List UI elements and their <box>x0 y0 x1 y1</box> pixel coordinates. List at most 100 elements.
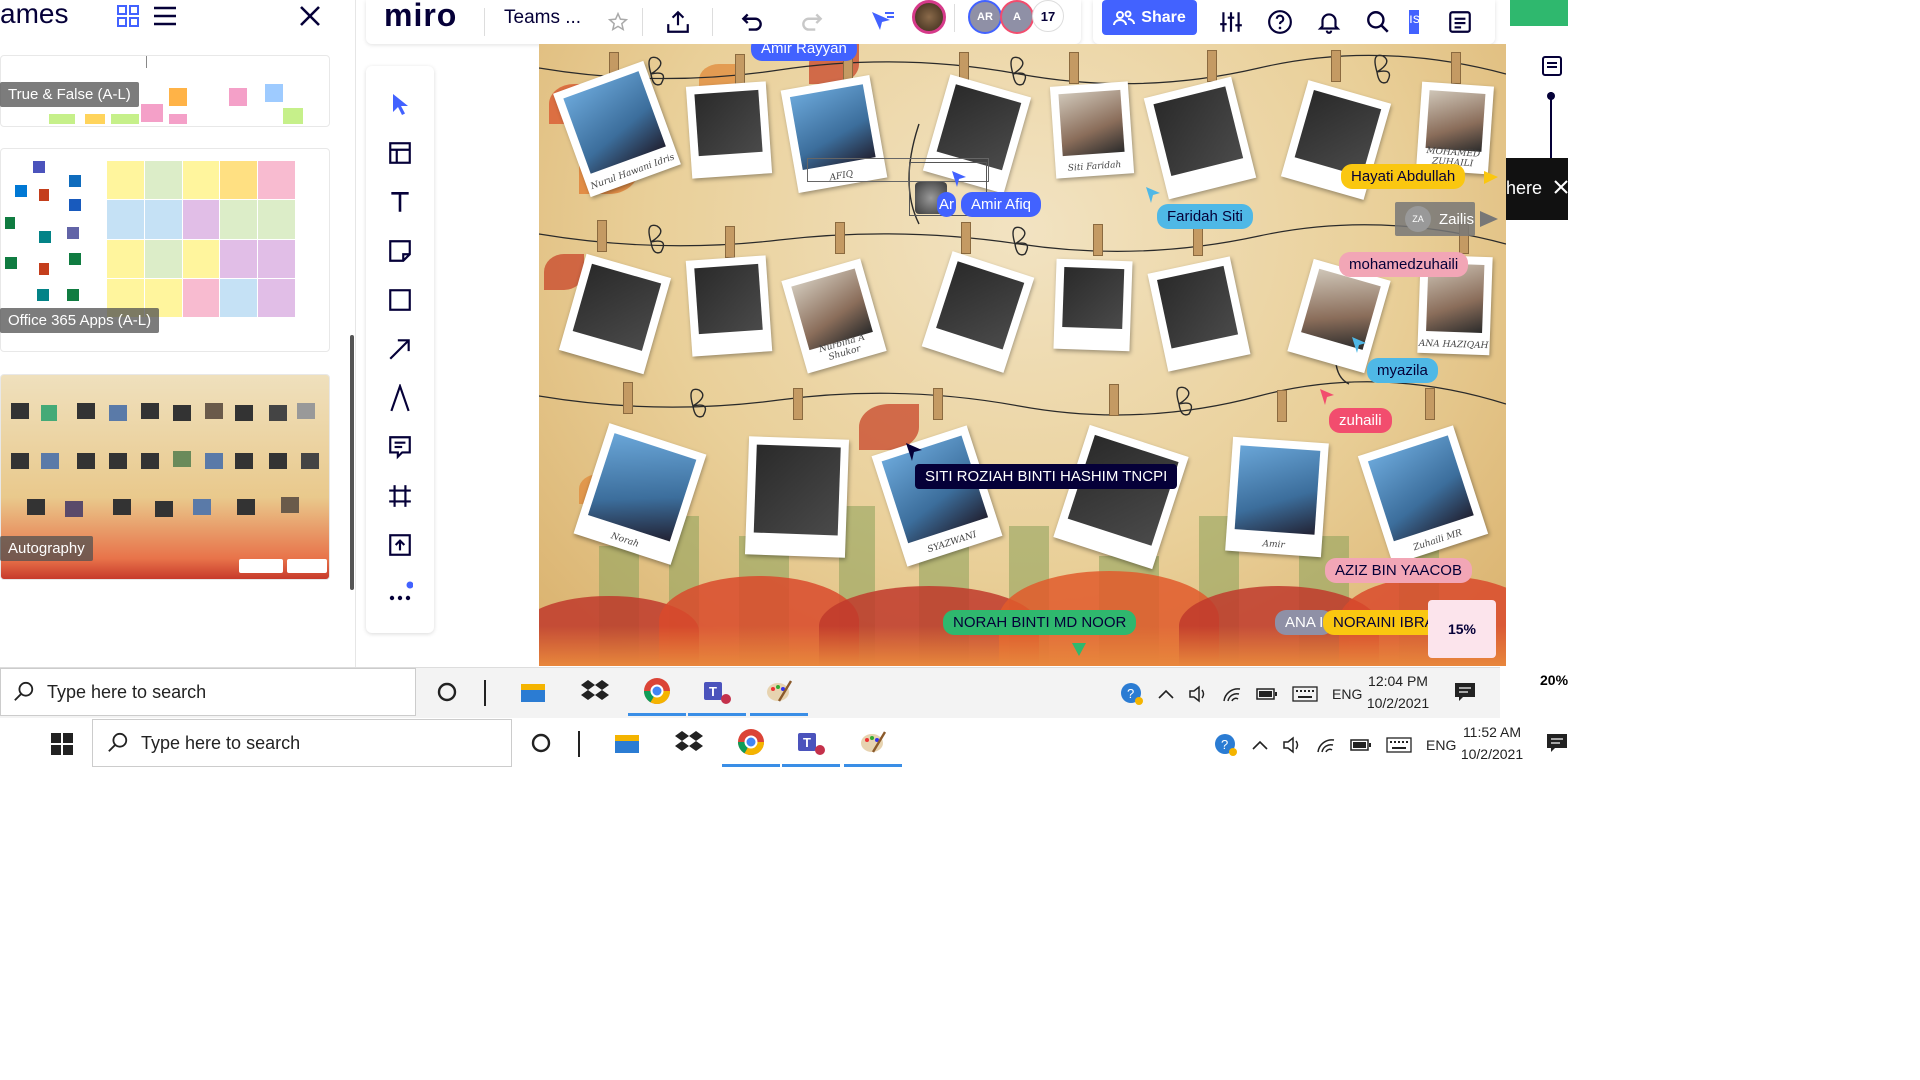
photo-frame[interactable]: Amir <box>1225 436 1329 558</box>
panel-scrollbar[interactable] <box>350 335 354 590</box>
share-button[interactable]: Share <box>1102 0 1197 35</box>
battery-icon[interactable] <box>1256 687 1278 701</box>
dropbox-icon[interactable] <box>566 668 624 716</box>
clock[interactable]: 11:52 AM 10/2/2021 <box>1454 721 1530 765</box>
volume-icon[interactable] <box>1282 736 1302 754</box>
grid-view-icon[interactable] <box>116 4 140 33</box>
language-indicator[interactable]: ENG <box>1426 737 1456 753</box>
search-placeholder: Type here to search <box>141 732 301 753</box>
zoom-text: 20% <box>1540 672 1569 688</box>
paint-icon[interactable] <box>750 668 808 716</box>
notification-icon[interactable] <box>1454 682 1476 707</box>
remote-taskbar: Type here to search T ? ENG 12:04 PM 10/… <box>0 667 1500 718</box>
star-icon[interactable] <box>602 6 634 38</box>
shape-tool-icon[interactable] <box>384 284 416 316</box>
status-strip <box>1510 0 1568 26</box>
task-view-icon[interactable] <box>418 668 476 716</box>
clothespin <box>1207 50 1217 82</box>
empty-photo <box>694 263 763 335</box>
list-view-icon[interactable] <box>152 4 178 33</box>
windows-start-icon[interactable] <box>32 719 92 769</box>
keyboard-icon[interactable] <box>1386 737 1412 753</box>
search-icon[interactable] <box>1362 6 1394 38</box>
wifi-icon[interactable] <box>1316 736 1336 754</box>
close-icon[interactable] <box>298 4 322 33</box>
sticky-note-tool-icon[interactable] <box>384 235 416 267</box>
teams-icon[interactable]: T <box>782 719 840 767</box>
clothespin <box>933 388 943 420</box>
photo-frame[interactable] <box>744 436 850 558</box>
teams-icon[interactable]: T <box>688 668 746 716</box>
bell-icon[interactable] <box>1313 6 1345 38</box>
comment-tool-icon[interactable] <box>384 431 416 463</box>
notification-icon[interactable] <box>1546 733 1568 758</box>
text-tool-icon[interactable] <box>384 186 416 218</box>
chrome-icon[interactable] <box>722 719 780 767</box>
user-avatar: ZA <box>1405 206 1431 232</box>
zoom-level[interactable]: 15% <box>1428 600 1496 658</box>
clothespin <box>1093 224 1103 256</box>
photo-frame[interactable] <box>685 255 773 357</box>
frame-tool-icon[interactable] <box>384 480 416 512</box>
collaborator-avatar[interactable]: AR <box>968 0 1002 34</box>
templates-tool-icon[interactable] <box>384 137 416 169</box>
photo-frame[interactable]: Siti Faridah <box>1049 81 1135 179</box>
taskbar-search[interactable]: Type here to search <box>92 719 512 767</box>
select-tool-icon[interactable] <box>384 88 416 120</box>
connector-dot <box>1547 92 1555 100</box>
cursor-label: zuhaili <box>1329 408 1392 433</box>
pen-tool-icon[interactable] <box>384 382 416 414</box>
settings-sliders-icon[interactable] <box>1215 6 1247 38</box>
user-avatar[interactable] <box>912 0 946 34</box>
taskbar-search[interactable]: Type here to search <box>0 668 416 716</box>
keyboard-icon[interactable] <box>1292 686 1318 702</box>
collaborator-count[interactable]: 17 <box>1032 0 1064 32</box>
help-tray-icon[interactable]: ? <box>1120 682 1144 706</box>
help-icon[interactable] <box>1264 6 1296 38</box>
cursor-arrow-icon <box>1320 389 1334 405</box>
upload-tool-icon[interactable] <box>384 529 416 561</box>
photo-frame[interactable]: MOHAMED ZUHAILI <box>1416 81 1494 175</box>
undo-icon[interactable] <box>736 6 768 38</box>
zoom-level-outer[interactable]: 20% <box>1522 652 1568 708</box>
miro-logo[interactable]: miro <box>384 0 457 34</box>
redo-icon[interactable] <box>796 6 828 38</box>
close-icon[interactable] <box>1554 180 1568 194</box>
collaborator-avatar[interactable]: A <box>1000 0 1034 34</box>
more-tools-icon[interactable] <box>384 578 416 610</box>
chevron-up-icon[interactable] <box>1252 739 1268 751</box>
cursor-label: NORAH BINTI MD NOOR <box>943 610 1137 635</box>
photo-frame[interactable] <box>685 81 773 179</box>
file-explorer-icon[interactable] <box>504 668 562 716</box>
dark-popup[interactable]: here <box>1506 158 1568 220</box>
connection-line-tool-icon[interactable] <box>384 333 416 365</box>
empty-photo <box>1153 86 1244 177</box>
board-canvas[interactable]: Nurul Hawani Idris AFIQ Siti Faridah MOH… <box>539 44 1506 666</box>
chevron-up-icon[interactable] <box>1158 688 1174 700</box>
clock[interactable]: 12:04 PM 10/2/2021 <box>1360 670 1436 714</box>
volume-icon[interactable] <box>1188 685 1208 703</box>
frame-label: True & False (A-L) <box>0 82 139 107</box>
notes-icon[interactable] <box>1444 6 1476 38</box>
member-photo <box>1367 435 1474 542</box>
help-tray-icon[interactable]: ? <box>1214 733 1238 757</box>
battery-icon[interactable] <box>1350 738 1372 752</box>
task-view-icon[interactable] <box>512 719 570 767</box>
wifi-icon[interactable] <box>1222 685 1242 703</box>
partial-tab[interactable]: ıs <box>1409 10 1419 34</box>
chrome-icon[interactable] <box>628 668 686 716</box>
language-indicator[interactable]: ENG <box>1332 686 1362 702</box>
clothespin <box>793 388 803 420</box>
clothespin <box>1277 390 1287 422</box>
file-explorer-icon[interactable] <box>598 719 656 767</box>
board-name[interactable]: Teams ... <box>504 7 581 29</box>
photo-frame[interactable] <box>1053 258 1133 352</box>
cursor-tracking-icon[interactable] <box>866 6 898 38</box>
dropbox-icon[interactable] <box>660 719 718 767</box>
paint-icon[interactable] <box>844 719 902 767</box>
export-icon[interactable] <box>662 6 694 38</box>
side-panel-toggle[interactable] <box>1518 40 1568 192</box>
system-tray: ? ENG <box>1214 733 1456 757</box>
sticky-note <box>283 108 303 124</box>
sticky-note <box>141 104 163 122</box>
